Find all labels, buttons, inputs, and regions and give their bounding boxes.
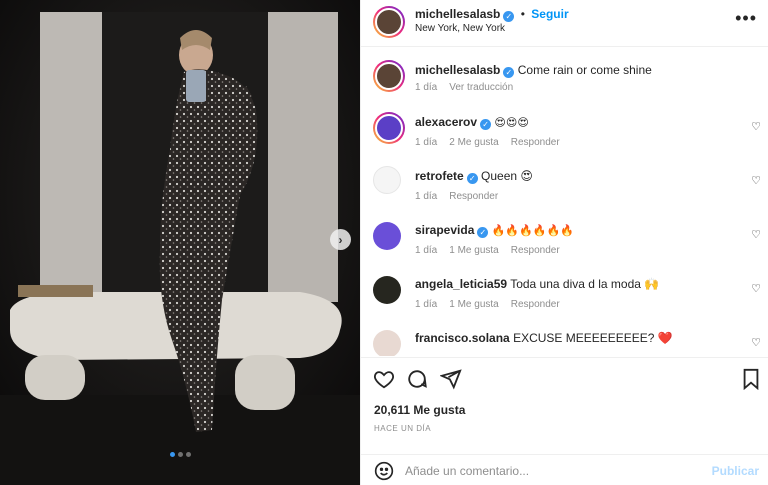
comment-username[interactable]: sirapevida [415, 223, 474, 237]
bookmark-icon[interactable] [741, 368, 761, 393]
comment-text-line: angela_leticia59 Toda una diva d la moda… [415, 277, 659, 291]
share-icon[interactable] [439, 368, 462, 393]
like-count[interactable]: 20,611 Me gusta [374, 403, 465, 417]
caption-avatar[interactable] [373, 60, 405, 92]
author-avatar-image [375, 8, 403, 36]
follow-button[interactable]: Seguir [531, 7, 568, 21]
verified-icon: ✓ [480, 119, 492, 130]
caption-text: Come rain or come shine [517, 63, 652, 77]
caption-meta: 1 día Ver traducción [415, 82, 525, 93]
comment-heart-icon[interactable]: ♡ [751, 336, 761, 349]
caption: michellesalasb ✓ Come rain or come shine … [361, 60, 768, 100]
comment-time[interactable]: 1 día [415, 191, 437, 202]
carousel-dot [185, 452, 191, 457]
comment-heart-icon[interactable]: ♡ [751, 282, 761, 295]
caption-username[interactable]: michellesalasb [415, 63, 500, 77]
emoji-icon[interactable] [374, 461, 394, 484]
add-comment-bar: Publicar [361, 454, 768, 485]
comment-time[interactable]: 1 día [415, 245, 437, 256]
comment-text: Toda una diva d la moda 🙌 [510, 277, 660, 291]
comment-item: retrofete ✓ Queen 😍 1 día Responder ♡ [361, 166, 768, 216]
reply-button[interactable]: Responder [511, 245, 560, 256]
comment-username[interactable]: alexacerov [415, 115, 477, 129]
comment-item: sirapevida ✓ 🔥🔥🔥🔥🔥🔥 1 día 1 Me gusta Respon… [361, 220, 768, 270]
reply-button[interactable]: Responder [511, 299, 560, 310]
separator-dot: • [520, 7, 525, 21]
comment-meta: 1 día 1 Me gusta Responder [415, 299, 572, 310]
comment-avatar[interactable] [373, 112, 405, 144]
comment-heart-icon[interactable]: ♡ [751, 174, 761, 187]
comment-avatar[interactable] [373, 276, 401, 304]
translate-link[interactable]: Ver traducción [449, 82, 513, 93]
post-header: michellesalasb ✓ • Seguir New York, New Y… [361, 0, 768, 47]
caption-text-line: michellesalasb ✓ Come rain or come shine [415, 63, 652, 78]
comment-meta: 1 día Responder [415, 191, 510, 202]
carousel-dot [177, 452, 183, 457]
verified-icon: ✓ [503, 11, 515, 22]
carousel-indicator [0, 452, 360, 457]
reply-button[interactable]: Responder [511, 137, 560, 148]
comment-text: Queen 😍 [481, 169, 533, 183]
verified-icon: ✓ [466, 173, 478, 184]
more-icon[interactable]: ••• [735, 8, 757, 29]
author-username[interactable]: michellesalasb [415, 7, 500, 21]
comment-item: francisco.solana EXCUSE MEEEEEEEEE? ❤️ ♡ [361, 328, 768, 356]
comment-time[interactable]: 1 día [415, 137, 437, 148]
comment-avatar[interactable] [373, 222, 401, 250]
comments-list: michellesalasb ✓ Come rain or come shine … [361, 48, 768, 356]
comment-item: alexacerov ✓ 😍😍😍 1 día 2 Me gusta Responder… [361, 112, 768, 162]
comment-avatar[interactable] [373, 166, 401, 194]
verified-icon: ✓ [503, 67, 515, 78]
reply-button[interactable]: Responder [449, 191, 498, 202]
comment-text: EXCUSE MEEEEEEEEE? ❤️ [513, 331, 673, 345]
comment-item: angela_leticia59 Toda una diva d la moda… [361, 274, 768, 324]
verified-icon: ✓ [477, 227, 489, 238]
comment-likes[interactable]: 2 Me gusta [449, 137, 498, 148]
action-bar: 20,611 Me gusta HACE UN DÍA Publicar [361, 357, 768, 485]
comment-input[interactable] [405, 461, 705, 481]
post-photo[interactable]: › [0, 0, 360, 485]
comment-avatar[interactable] [373, 330, 401, 356]
comment-heart-icon[interactable]: ♡ [751, 120, 761, 133]
caption-avatar-image [375, 62, 403, 90]
caption-time[interactable]: 1 día [415, 82, 437, 93]
comment-username[interactable]: angela_leticia59 [415, 277, 507, 291]
author-avatar[interactable] [373, 6, 405, 38]
publish-button[interactable]: Publicar [712, 464, 759, 478]
comment-text-line: francisco.solana EXCUSE MEEEEEEEEE? ❤️ [415, 331, 673, 345]
heart-icon[interactable] [373, 368, 395, 393]
comment-text: 😍😍😍 [494, 117, 529, 129]
comment-likes[interactable]: 1 Me gusta [449, 245, 498, 256]
comment-text: 🔥🔥🔥🔥🔥🔥 [491, 225, 574, 237]
author-line: michellesalasb ✓ • Seguir [415, 7, 569, 22]
comment-avatar-image [375, 114, 403, 142]
comment-meta: 1 día 2 Me gusta Responder [415, 137, 572, 148]
post-panel: michellesalasb ✓ • Seguir New York, New Y… [360, 0, 768, 485]
comment-username[interactable]: retrofete [415, 169, 464, 183]
next-slide-button[interactable]: › [330, 229, 351, 250]
comment-time[interactable]: 1 día [415, 299, 437, 310]
comment-icon[interactable] [406, 368, 428, 393]
comment-text-line: alexacerov ✓ 😍😍😍 [415, 115, 529, 130]
photo-illustration [0, 0, 360, 485]
comment-likes[interactable]: 1 Me gusta [449, 299, 498, 310]
carousel-dot [169, 452, 175, 457]
comment-text-line: retrofete ✓ Queen 😍 [415, 169, 533, 184]
comment-meta: 1 día 1 Me gusta Responder [415, 245, 572, 256]
post-time[interactable]: HACE UN DÍA [374, 424, 431, 433]
comment-username[interactable]: francisco.solana [415, 331, 510, 345]
comment-text-line: sirapevida ✓ 🔥🔥🔥🔥🔥🔥 [415, 223, 574, 238]
chevron-right-icon: › [338, 232, 343, 247]
post-location[interactable]: New York, New York [415, 23, 505, 34]
comment-heart-icon[interactable]: ♡ [751, 228, 761, 241]
